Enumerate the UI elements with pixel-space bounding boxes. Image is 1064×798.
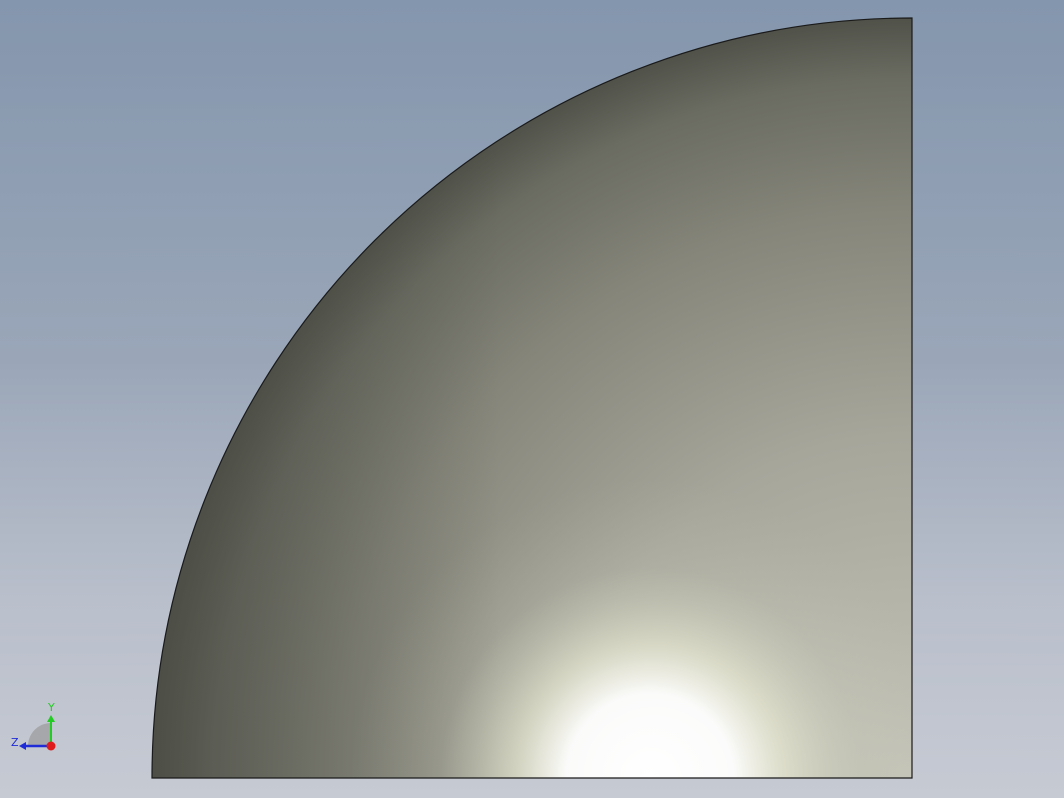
- x-axis-point: [46, 741, 56, 751]
- graphics-viewport[interactable]: Y Z: [0, 0, 1064, 798]
- z-axis-arrow: [19, 742, 26, 750]
- triad-quadrant-arc: [28, 723, 51, 746]
- coordinate-triad-icon: Y Z: [11, 701, 56, 751]
- model-face-highlight: [152, 18, 912, 778]
- z-axis-label: Z: [11, 736, 19, 749]
- quarter-disc-model[interactable]: [0, 0, 1064, 798]
- y-axis-label: Y: [47, 701, 55, 714]
- y-axis-arrow: [47, 715, 55, 722]
